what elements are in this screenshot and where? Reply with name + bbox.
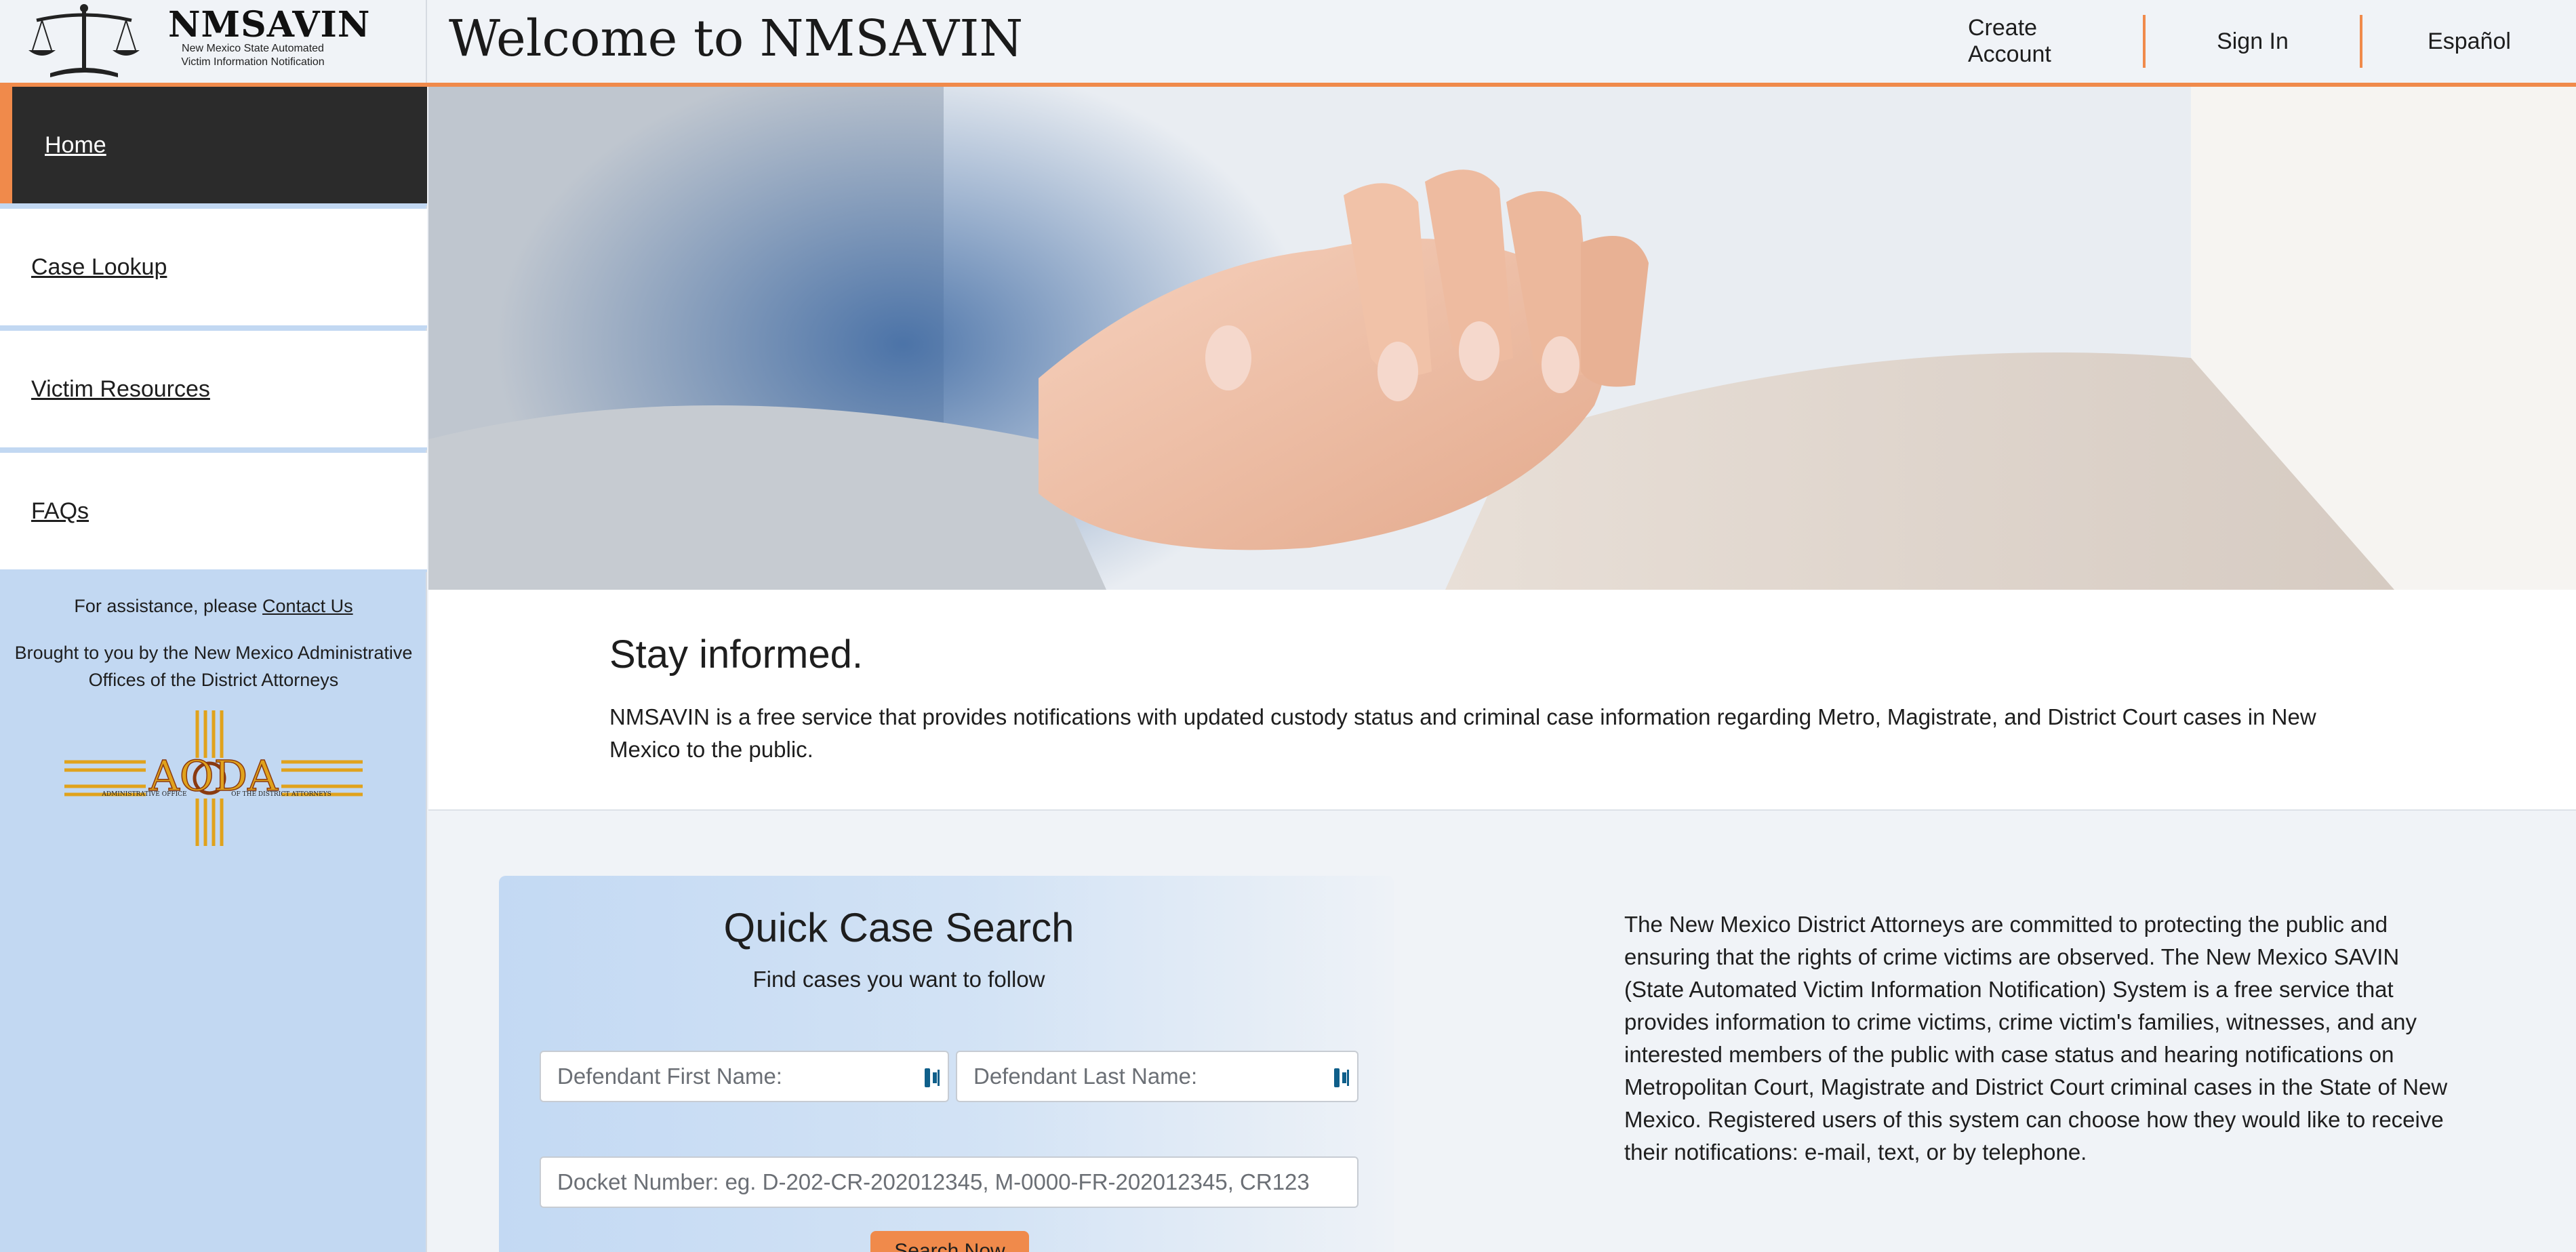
defendant-last-name-input[interactable]: Defendant Last Name: xyxy=(956,1051,1359,1102)
keypass-icon xyxy=(925,1068,940,1087)
quick-case-search-title: Quick Case Search xyxy=(723,905,1074,950)
sidebar-item-faqs[interactable]: FAQs xyxy=(0,453,427,572)
brought-by-text: Brought to you by the New Mexico Adminis… xyxy=(14,643,413,690)
quick-case-search-subtitle: Find cases you want to follow xyxy=(752,967,1045,992)
mission-statement: The New Mexico District Attorneys are co… xyxy=(1624,912,2448,1165)
logo-title: NMSAVIN xyxy=(168,4,371,45)
sidebar: Home Case Lookup Victim Resources FAQs F… xyxy=(0,87,427,1252)
aoda-logo[interactable]: AODA ADMINISTRATIVE OFFICE OF THE DISTRI… xyxy=(64,710,363,846)
logo-subtitle: New Mexico State Automated Victim Inform… xyxy=(168,42,338,69)
aoda-left-caption: ADMINISTRATIVE OFFICE xyxy=(101,791,186,798)
sign-in-link[interactable]: Sign In xyxy=(2146,15,2362,68)
hero-illustration xyxy=(428,87,2576,590)
assistance-prefix: For assistance, please xyxy=(74,596,258,616)
hero-image-holding-hands xyxy=(428,87,2576,590)
contact-us-link[interactable]: Contact Us xyxy=(262,596,353,616)
assistance-text: For assistance, please Contact Us xyxy=(0,592,427,620)
stay-informed-heading: Stay informed. xyxy=(609,632,863,677)
page-title: Welcome to NMSAVIN xyxy=(449,9,1024,68)
sidebar-item-victim-resources[interactable]: Victim Resources xyxy=(0,331,427,450)
defendant-first-name-input[interactable]: Defendant First Name: xyxy=(540,1051,949,1102)
scales-of-justice-icon xyxy=(28,4,140,77)
sidebar-item-case-lookup[interactable]: Case Lookup xyxy=(0,209,427,328)
site-header: NMSAVIN New Mexico State Automated Victi… xyxy=(0,0,2576,87)
logo-subtitle-line2: Victim Information Notification xyxy=(181,56,325,68)
sidebar-item-home[interactable]: Home xyxy=(0,87,427,206)
espanol-language-link[interactable]: Español xyxy=(2362,15,2576,68)
aoda-right-caption: OF THE DISTRICT ATTORNEYS xyxy=(231,791,331,798)
defendant-last-name-placeholder: Defendant Last Name: xyxy=(973,1064,1198,1089)
search-now-button[interactable]: Search Now xyxy=(870,1231,1029,1252)
create-account-link[interactable]: Create Account xyxy=(1935,15,2146,68)
defendant-first-name-placeholder: Defendant First Name: xyxy=(557,1064,782,1089)
site-logo[interactable]: NMSAVIN New Mexico State Automated Victi… xyxy=(0,0,427,83)
keypass-icon xyxy=(1334,1068,1349,1087)
stay-informed-text: NMSAVIN is a free service that provides … xyxy=(609,704,2316,762)
docket-number-placeholder: Docket Number: eg. D-202-CR-202012345, M… xyxy=(557,1169,1310,1194)
stay-informed-section: Stay informed. NMSAVIN is a free service… xyxy=(428,590,2576,811)
logo-subtitle-line1: New Mexico State Automated xyxy=(182,43,324,54)
quick-case-search-panel: Quick Case Search Find cases you want to… xyxy=(499,876,1394,1252)
docket-number-input[interactable]: Docket Number: eg. D-202-CR-202012345, M… xyxy=(540,1156,1359,1208)
top-nav: Create Account Sign In Español xyxy=(1935,0,2576,83)
